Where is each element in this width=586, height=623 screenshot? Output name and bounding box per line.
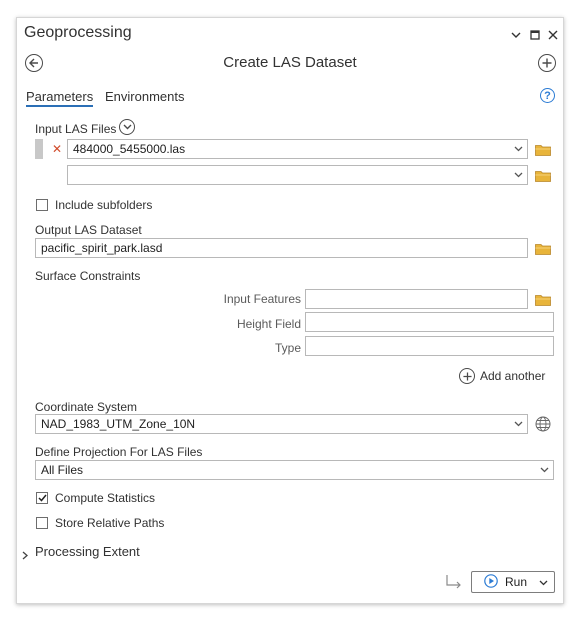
coordinate-system-label: Coordinate System bbox=[35, 400, 138, 414]
output-las-label: Output LAS Dataset bbox=[35, 223, 142, 237]
help-icon[interactable]: ? bbox=[540, 88, 555, 103]
chevron-down-icon[interactable] bbox=[512, 139, 524, 159]
chevron-down-icon[interactable] bbox=[512, 165, 524, 185]
type-label: Type bbox=[274, 341, 301, 355]
store-relative-paths-checkbox[interactable] bbox=[36, 517, 48, 529]
input-features-field[interactable] bbox=[305, 289, 528, 309]
input-features-label: Input Features bbox=[223, 292, 301, 306]
compute-statistics-label: Compute Statistics bbox=[55, 491, 156, 505]
input-las-label: Input LAS Files bbox=[35, 122, 117, 136]
browse-folder-icon[interactable] bbox=[535, 293, 551, 311]
include-subfolders-checkbox[interactable] bbox=[36, 199, 48, 211]
add-circle-icon bbox=[459, 368, 475, 384]
close-icon[interactable] bbox=[544, 26, 562, 44]
batch-icon[interactable] bbox=[445, 574, 463, 595]
type-input[interactable] bbox=[305, 336, 554, 356]
input-las-value: 484000_5455000.las bbox=[73, 142, 186, 156]
output-las-field[interactable]: pacific_spirit_park.lasd bbox=[35, 238, 528, 258]
globe-icon[interactable] bbox=[535, 416, 551, 437]
input-las-field-empty[interactable] bbox=[67, 165, 528, 185]
dropdown-menu-icon[interactable] bbox=[507, 26, 525, 44]
chevron-down-icon[interactable] bbox=[512, 414, 524, 434]
output-las-value: pacific_spirit_park.lasd bbox=[41, 241, 163, 255]
compute-statistics-checkbox[interactable] bbox=[36, 492, 48, 504]
chevron-down-icon[interactable] bbox=[538, 460, 550, 480]
height-field-label: Height Field bbox=[236, 317, 301, 331]
height-field-input[interactable] bbox=[305, 312, 554, 332]
remove-row-icon[interactable]: ✕ bbox=[52, 142, 62, 156]
geoprocessing-pane: Geoprocessing Create LAS Dataset Paramet… bbox=[16, 17, 564, 604]
browse-folder-icon[interactable] bbox=[535, 143, 551, 161]
include-subfolders-label: Include subfolders bbox=[55, 198, 153, 212]
add-another-label: Add another bbox=[480, 369, 546, 383]
row-drag-handle[interactable] bbox=[35, 139, 43, 159]
run-label: Run bbox=[505, 575, 528, 589]
pane-title: Geoprocessing bbox=[24, 24, 132, 41]
tab-environments[interactable]: Environments bbox=[105, 89, 184, 104]
processing-extent-expander[interactable]: Processing Extent bbox=[35, 544, 140, 559]
browse-folder-icon[interactable] bbox=[535, 242, 551, 260]
store-relative-paths-label: Store Relative Paths bbox=[55, 516, 165, 530]
surface-constraints-label: Surface Constraints bbox=[35, 269, 141, 283]
tab-parameters[interactable]: Parameters bbox=[26, 89, 94, 107]
maximize-icon[interactable] bbox=[526, 26, 544, 44]
coordinate-system-field[interactable]: NAD_1983_UTM_Zone_10N bbox=[35, 414, 528, 434]
tool-title: Create LAS Dataset bbox=[223, 54, 357, 71]
define-projection-label: Define Projection For LAS Files bbox=[35, 445, 203, 459]
add-icon[interactable] bbox=[538, 54, 556, 72]
input-las-field[interactable]: 484000_5455000.las bbox=[67, 139, 528, 159]
play-icon bbox=[484, 573, 498, 591]
chevron-down-icon[interactable] bbox=[539, 575, 548, 589]
expand-chevron-icon[interactable] bbox=[119, 119, 135, 135]
define-projection-value: All Files bbox=[41, 463, 84, 477]
run-button[interactable]: Run bbox=[471, 571, 555, 593]
add-another-button[interactable]: Add another bbox=[459, 368, 545, 384]
coordinate-system-value: NAD_1983_UTM_Zone_10N bbox=[41, 417, 196, 431]
define-projection-select[interactable]: All Files bbox=[35, 460, 554, 480]
chevron-right-icon[interactable] bbox=[22, 547, 28, 565]
browse-folder-icon[interactable] bbox=[535, 169, 551, 187]
